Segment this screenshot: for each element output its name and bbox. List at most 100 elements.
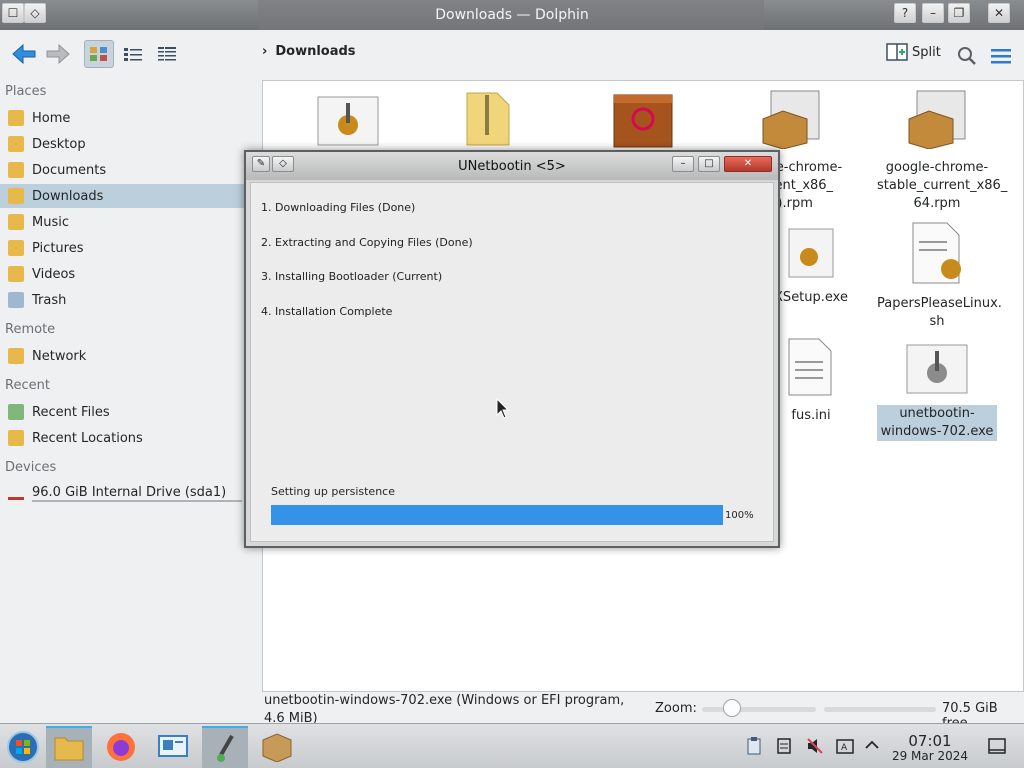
downloads-folder-icon [8, 188, 24, 204]
help-button[interactable]: ? [894, 3, 916, 23]
volume-muted-icon[interactable] [806, 737, 824, 755]
sidebar-item-recent-files[interactable]: Recent Files [0, 400, 246, 424]
rpm-package-icon [762, 90, 820, 150]
split-button[interactable]: Split [886, 42, 941, 62]
step-3: 3. Installing Bootloader (Current) [261, 270, 443, 283]
chevron-right-icon: › [262, 44, 268, 59]
sidebar-item-network[interactable]: Network [0, 344, 246, 368]
dialog-close-button[interactable]: ✕ [724, 156, 772, 172]
home-folder-icon [8, 110, 24, 126]
pictures-folder-icon [8, 240, 24, 256]
minimize-button[interactable]: – [922, 3, 944, 23]
progress-bar-fill [271, 505, 723, 525]
file-label: PapersPleaseLinux. sh [877, 296, 1002, 329]
rpm-package-icon [908, 90, 966, 150]
file-item[interactable] [288, 95, 408, 153]
package-icon [262, 733, 292, 762]
forward-button[interactable] [44, 40, 72, 68]
hamburger-menu-button[interactable] [990, 42, 1012, 70]
step-4: 4. Installation Complete [261, 305, 393, 318]
documents-folder-icon [8, 162, 24, 178]
window-titlebar[interactable]: ☐ ◇ Downloads — Dolphin ? – ❐ ✕ [0, 0, 1024, 30]
dialog-titlebar[interactable]: ✎ ◇ UNetbootin <5> – □ ✕ [246, 152, 778, 180]
start-menu-icon [7, 731, 39, 763]
breadcrumb[interactable]: › Downloads [262, 44, 356, 59]
compact-view-button[interactable] [118, 40, 148, 68]
clipboard-tray-icon[interactable] [746, 737, 762, 755]
zoom-slider-handle[interactable] [723, 699, 741, 717]
zip-icon [466, 92, 510, 146]
task-system-settings[interactable] [150, 726, 196, 768]
sidebar-item-label: Pictures [32, 240, 84, 256]
file-item[interactable] [583, 89, 703, 155]
sidebar-item-label: Home [32, 110, 71, 126]
videos-folder-icon [8, 266, 24, 282]
details-view-button[interactable] [152, 40, 182, 68]
start-menu-button[interactable] [0, 726, 46, 768]
zoom-label: Zoom: [655, 701, 697, 716]
split-view-icon [886, 43, 908, 61]
task-dolphin[interactable] [46, 726, 92, 768]
sidebar-item-label: Videos [32, 266, 76, 282]
exe-icon [906, 344, 968, 394]
drive-usage-bar [32, 500, 242, 502]
keyboard-layout-icon[interactable]: A [836, 737, 854, 755]
notes-tray-icon[interactable] [776, 737, 792, 755]
clock-time: 07:01 [908, 732, 952, 750]
sidebar-item-downloads[interactable]: Downloads [0, 184, 246, 208]
dialog-minimize-button[interactable]: – [672, 156, 694, 172]
icons-view-icon [90, 47, 107, 61]
clock[interactable]: 07:01 29 Mar 2024 [888, 733, 972, 763]
file-item[interactable]: PapersPleaseLinux. sh [877, 221, 1002, 331]
zoom-slider[interactable] [702, 707, 816, 712]
sidebar-item-recent-locations[interactable]: Recent Locations [0, 426, 246, 450]
task-firefox[interactable] [98, 726, 144, 768]
hamburger-menu-icon [991, 49, 1011, 64]
search-icon [958, 47, 976, 65]
file-item-selected[interactable]: unetbootin- windows-702.exe [877, 343, 997, 441]
show-desktop-icon[interactable] [988, 738, 1006, 754]
sidebar-item-label: Documents [32, 162, 107, 178]
recent-files-icon [8, 404, 24, 420]
progress-status: Setting up persistence [271, 485, 395, 498]
section-devices: Devices [5, 460, 57, 475]
forward-arrow-icon [46, 43, 70, 65]
file-label: unetbootin- windows-702.exe [877, 405, 997, 441]
close-button[interactable]: ✕ [988, 3, 1010, 23]
compact-view-icon [124, 48, 142, 61]
sidebar-item-pictures[interactable]: Pictures [0, 236, 246, 260]
network-folder-icon [8, 348, 24, 364]
task-unetbootin[interactable] [202, 726, 248, 768]
window-title: Downloads — Dolphin [435, 7, 589, 23]
dialog-maximize-button[interactable]: □ [698, 156, 720, 172]
exe-icon [788, 228, 834, 278]
dialog-body: 1. Downloading Files (Done) 2. Extractin… [250, 182, 774, 542]
progress-bar [271, 505, 723, 525]
exe-icon [317, 96, 379, 146]
mouse-cursor-icon [496, 398, 510, 419]
sidebar-item-home[interactable]: Home [0, 106, 246, 130]
main-toolbar [0, 30, 1024, 78]
sidebar-item-documents[interactable]: Documents [0, 158, 246, 182]
sidebar-item-music[interactable]: Music [0, 210, 246, 234]
unetbootin-dialog: ✎ ◇ UNetbootin <5> – □ ✕ 1. Downloading … [244, 150, 780, 548]
sidebar-item-trash[interactable]: Trash [0, 288, 246, 312]
breadcrumb-current[interactable]: Downloads [275, 44, 355, 59]
file-label: google-chrome- stable_current_x86_ 64.rp… [877, 160, 1008, 211]
chevron-up-icon[interactable] [864, 737, 880, 753]
maximize-button[interactable]: ❐ [948, 3, 970, 23]
sidebar-item-label: Downloads [32, 188, 104, 204]
clock-date: 29 Mar 2024 [891, 749, 969, 763]
file-item[interactable] [428, 89, 548, 153]
back-button[interactable] [10, 40, 38, 68]
music-folder-icon [8, 214, 24, 230]
sidebar-item-videos[interactable]: Videos [0, 262, 246, 286]
task-package-installer[interactable] [254, 726, 300, 768]
section-places: Places [5, 84, 47, 99]
search-button[interactable] [956, 42, 978, 70]
free-space-bar [824, 707, 936, 712]
sidebar-item-desktop[interactable]: Desktop [0, 132, 246, 156]
debian-package-icon [613, 94, 673, 148]
icons-view-button[interactable] [84, 40, 114, 68]
file-item[interactable]: google-chrome- stable_current_x86_ 64.rp… [877, 89, 1008, 213]
